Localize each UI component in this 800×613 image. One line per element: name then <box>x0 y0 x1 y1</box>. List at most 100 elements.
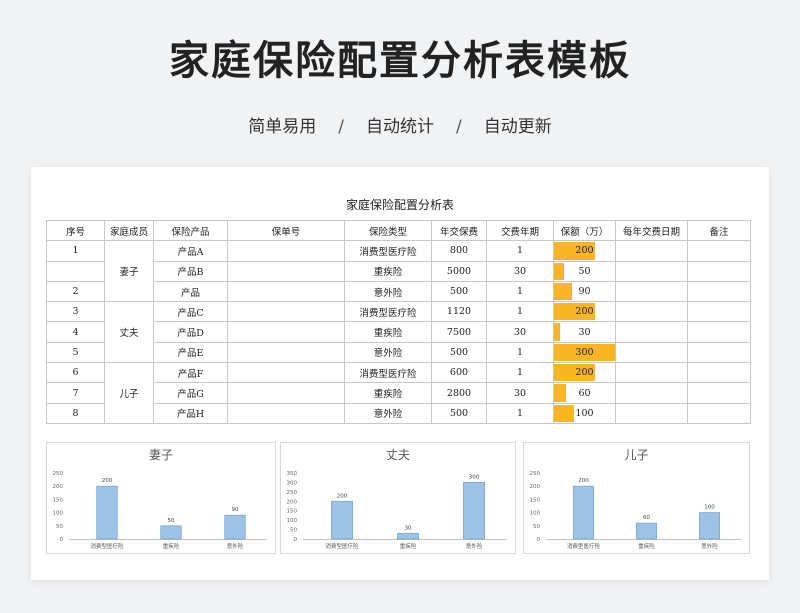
cell-years: 30 <box>486 260 554 282</box>
x-tick-label: 消费型医疗险 <box>325 542 359 550</box>
cell-member: 妻子 <box>104 240 154 303</box>
cell-member: 儿子 <box>104 362 154 424</box>
cell-amount: 100 <box>553 402 616 424</box>
amount-value: 30 <box>578 326 591 338</box>
cell-no: 3 <box>46 301 105 323</box>
col-header-policy-no: 保单号 <box>227 219 345 242</box>
cell-pay-date <box>615 321 688 343</box>
y-tick-label: 100 <box>530 511 541 517</box>
cell-amount: 60 <box>553 382 616 404</box>
cell-pay-date <box>615 301 688 323</box>
cell-no: 1 <box>46 240 105 262</box>
cell-product: 产品C <box>153 301 228 323</box>
x-tick-label: 意外险 <box>701 542 718 550</box>
chart-husband-svg: 丈夫 0 50 100 150 200 250 300 350 200 消费型医疗险 30 重疾险 300… <box>287 448 507 550</box>
data-label: 300 <box>469 474 480 480</box>
cell-type: 消费型医疗险 <box>344 362 432 384</box>
cell-premium: 7500 <box>431 321 487 343</box>
cell-type: 消费型医疗险 <box>344 301 432 323</box>
feature-tagline: 简单易用 / 自动统计 / 自动更新 <box>0 112 800 137</box>
cell-pay-date <box>615 341 688 364</box>
cell-amount: 200 <box>553 301 616 323</box>
cell-pay-date <box>615 240 688 262</box>
cell-years: 1 <box>486 402 554 424</box>
y-tick-label: 250 <box>530 471 541 477</box>
cell-type: 意外险 <box>344 402 432 424</box>
cell-no: 5 <box>46 341 105 364</box>
amount-value: 90 <box>578 286 591 298</box>
feature-auto-stats: 自动统计 <box>366 117 434 137</box>
cell-amount: 90 <box>553 280 616 303</box>
cell-policy-no <box>227 240 345 262</box>
page-title: 家庭保险配置分析表模板 <box>169 38 631 84</box>
cell-remark <box>687 382 751 404</box>
cell-premium: 1120 <box>431 301 487 323</box>
table-row: 6 儿子 产品F 消费型医疗险 600 1 200 <box>46 362 751 424</box>
data-label: 30 <box>405 525 412 531</box>
cell-product: 产品A <box>153 240 228 262</box>
cell-years: 1 <box>486 240 554 262</box>
amount-data-bar <box>554 262 565 280</box>
header-row: 序号 家庭成员 保险产品 保单号 保险类型 年交保费 交费年期 保额（万） 每年… <box>46 219 751 242</box>
data-label: 60 <box>643 515 650 521</box>
col-header-type: 保险类型 <box>344 219 432 242</box>
chart-son: 儿子 0 50 100 150 200 250 200 消费型医疗险 60 重疾险 100 意外险 <box>523 442 750 554</box>
cell-policy-no <box>227 260 345 282</box>
cell-type: 重疾险 <box>344 382 432 404</box>
cell-product: 产品B <box>153 260 228 282</box>
cell-remark <box>687 321 751 343</box>
cell-pay-date <box>615 402 688 424</box>
cell-premium: 500 <box>431 341 487 364</box>
y-tick-label: 250 <box>287 490 298 496</box>
y-tick-label: 0 <box>60 537 64 543</box>
bar <box>463 482 485 540</box>
cell-product: 产品H <box>153 402 228 424</box>
cell-policy-no <box>227 341 345 364</box>
chart-title: 丈夫 <box>386 448 410 462</box>
col-header-no: 序号 <box>46 219 105 242</box>
bar <box>160 525 182 540</box>
cell-years: 30 <box>486 321 554 343</box>
col-header-product: 保险产品 <box>153 219 228 242</box>
x-tick-label: 消费型医疗险 <box>567 542 601 550</box>
cell-product: 产品F <box>153 362 228 384</box>
cell-type: 重疾险 <box>344 260 432 282</box>
cell-remark <box>687 240 751 262</box>
cell-remark <box>687 341 751 364</box>
table-row: 3 丈夫 产品C 消费型医疗险 1120 1 200 <box>46 301 751 364</box>
separator: / <box>338 117 344 137</box>
cell-premium: 2800 <box>431 382 487 404</box>
bar <box>96 485 118 540</box>
cell-amount: 300 <box>553 341 616 364</box>
cell-remark <box>687 280 751 303</box>
data-label: 200 <box>337 493 348 499</box>
cell-years: 30 <box>486 382 554 404</box>
spreadsheet-preview: 家庭保险配置分析表 序号 家庭成员 保险产品 保单号 保险类型 年交保费 交费年… <box>31 167 769 580</box>
col-header-premium: 年交保费 <box>431 219 487 242</box>
y-tick-label: 100 <box>287 518 298 524</box>
bar <box>636 522 657 540</box>
cell-premium: 800 <box>431 240 487 262</box>
data-label: 200 <box>578 478 589 484</box>
amount-data-bar <box>554 384 567 402</box>
y-tick-label: 0 <box>537 537 541 543</box>
cell-amount: 200 <box>553 362 616 384</box>
cell-no: 4 <box>46 321 105 343</box>
y-tick-label: 200 <box>287 499 298 505</box>
cell-remark <box>687 362 751 384</box>
x-tick-label: 重疾险 <box>163 542 180 550</box>
cell-no: 6 <box>46 362 105 384</box>
cell-no: 8 <box>46 402 105 424</box>
cell-policy-no <box>227 382 345 404</box>
cell-pay-date <box>615 362 688 384</box>
bar <box>699 512 720 540</box>
cell-amount: 200 <box>553 240 616 262</box>
y-tick-label: 50 <box>290 528 297 534</box>
cell-pay-date <box>615 382 688 404</box>
cell-premium: 500 <box>431 280 487 303</box>
data-label: 90 <box>232 507 239 513</box>
table-title: 家庭保险配置分析表 <box>345 198 454 212</box>
cell-product: 产品G <box>153 382 228 404</box>
y-tick-label: 100 <box>53 511 64 517</box>
cell-remark <box>687 260 751 282</box>
